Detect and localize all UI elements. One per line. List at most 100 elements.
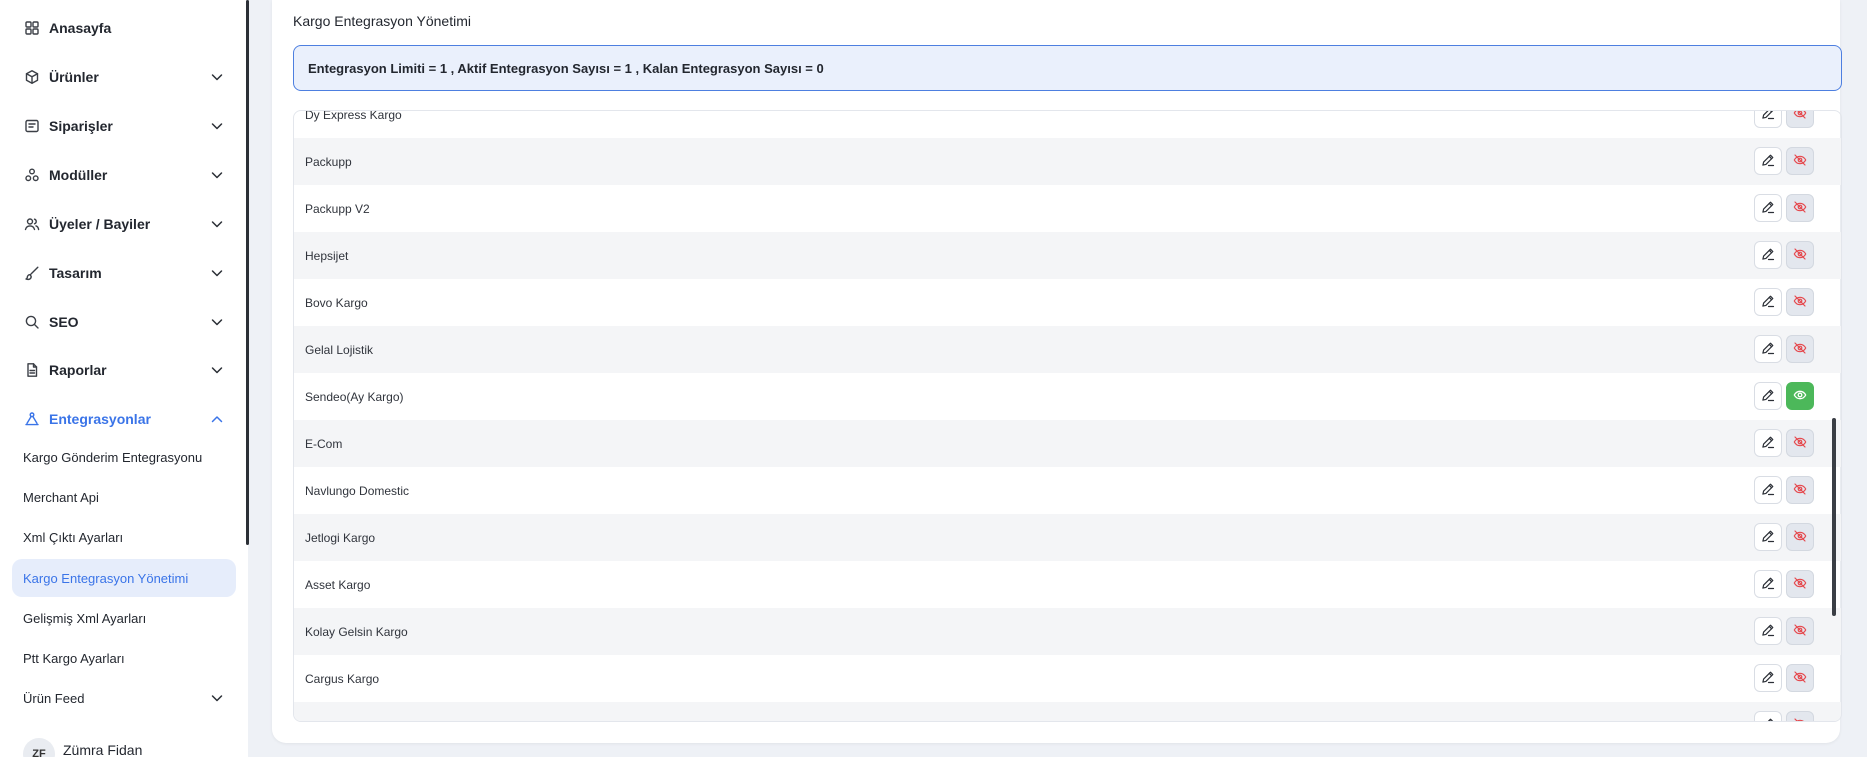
- integration-limit-text: Entegrasyon Limiti = 1 , Aktif Entegrasy…: [308, 60, 824, 76]
- pencil-icon: [1761, 435, 1775, 452]
- sidebar-item-anasayfa[interactable]: Anasayfa: [24, 16, 224, 40]
- edit-button[interactable]: [1754, 476, 1782, 504]
- pencil-icon: [1761, 623, 1775, 640]
- visibility-off-button[interactable]: [1786, 523, 1814, 551]
- integration-icon: [24, 411, 40, 427]
- visibility-off-button[interactable]: [1786, 711, 1814, 721]
- sidebar-scrollbar[interactable]: [246, 0, 249, 545]
- sidebar-item-urunler[interactable]: Ürünler: [24, 65, 224, 89]
- sidebar-subitem-label: Ürün Feed: [23, 690, 85, 706]
- row-actions: [1754, 617, 1814, 645]
- sidebar-item-seo[interactable]: SEO: [24, 310, 224, 334]
- eye-off-icon: [1793, 576, 1807, 593]
- eye-off-icon: [1793, 200, 1807, 217]
- cargo-name: Gelal Lojistik: [305, 342, 374, 357]
- integration-table: Dy Express Kargo Packupp Packupp V2 Hepsije…: [293, 110, 1842, 722]
- table-row: Packupp V2: [294, 185, 1841, 232]
- sidebar-item-label: Modüller: [49, 167, 108, 183]
- edit-button[interactable]: [1754, 570, 1782, 598]
- edit-button[interactable]: [1754, 711, 1782, 721]
- chevron-down-icon[interactable]: [210, 315, 224, 329]
- table-row: Sendeo(Ay Kargo): [294, 373, 1841, 420]
- visibility-off-button[interactable]: [1786, 570, 1814, 598]
- visibility-off-button[interactable]: [1786, 111, 1814, 128]
- sidebar-subitem-gelismis-xml-ayarlari[interactable]: Gelişmiş Xml Ayarları: [12, 599, 236, 637]
- edit-button[interactable]: [1754, 335, 1782, 363]
- visibility-off-button[interactable]: [1786, 335, 1814, 363]
- pencil-icon: [1761, 576, 1775, 593]
- table-row: Cargus Kargo: [294, 655, 1841, 702]
- edit-button[interactable]: [1754, 523, 1782, 551]
- edit-button[interactable]: [1754, 241, 1782, 269]
- row-actions: [1754, 194, 1814, 222]
- sidebar-item-moduller[interactable]: Modüller: [24, 163, 224, 187]
- pencil-icon: [1761, 294, 1775, 311]
- visibility-off-button[interactable]: [1786, 617, 1814, 645]
- row-actions: [1754, 429, 1814, 457]
- edit-button[interactable]: [1754, 111, 1782, 128]
- pencil-icon: [1761, 111, 1775, 123]
- edit-button[interactable]: [1754, 382, 1782, 410]
- edit-button[interactable]: [1754, 194, 1782, 222]
- integration-limit-banner: Entegrasyon Limiti = 1 , Aktif Entegrasy…: [293, 45, 1842, 91]
- cargo-name: Asset Kargo: [305, 577, 371, 592]
- user-profile[interactable]: ZF Zümra Fidan: [23, 738, 142, 757]
- chevron-down-icon[interactable]: [210, 266, 224, 280]
- edit-button[interactable]: [1754, 288, 1782, 316]
- visibility-off-button[interactable]: [1786, 476, 1814, 504]
- sidebar-item-tasarim[interactable]: Tasarım: [24, 261, 224, 285]
- row-actions: [1754, 664, 1814, 692]
- table-row: Asset Kargo: [294, 561, 1841, 608]
- table-row: Dy Express Kargo: [294, 111, 1841, 138]
- sidebar-subitem-kargo-entegrasyon-yonetimi[interactable]: Kargo Entegrasyon Yönetimi: [12, 559, 236, 597]
- brush-icon: [24, 265, 40, 281]
- visibility-off-button[interactable]: [1786, 429, 1814, 457]
- sidebar-subitem-label: Merchant Api: [23, 489, 99, 505]
- sidebar-item-entegrasyonlar[interactable]: Entegrasyonlar: [24, 407, 224, 431]
- chevron-down-icon[interactable]: [210, 363, 224, 377]
- edit-button[interactable]: [1754, 147, 1782, 175]
- chevron-up-icon[interactable]: [210, 412, 224, 426]
- visibility-off-button[interactable]: [1786, 147, 1814, 175]
- eye-off-icon: [1793, 623, 1807, 640]
- modules-icon: [24, 167, 40, 183]
- row-actions: [1754, 288, 1814, 316]
- sidebar-subitem-merchant-api[interactable]: Merchant Api: [12, 478, 236, 516]
- edit-button[interactable]: [1754, 617, 1782, 645]
- chevron-down-icon[interactable]: [210, 70, 224, 84]
- sidebar-item-raporlar[interactable]: Raporlar: [24, 358, 224, 382]
- sidebar-subitem-label: Kargo Gönderim Entegrasyonu: [23, 449, 203, 465]
- pencil-icon: [1761, 200, 1775, 217]
- cargo-name: Econt Kargo: [305, 719, 371, 722]
- visibility-on-button[interactable]: [1786, 382, 1814, 410]
- visibility-off-button[interactable]: [1786, 194, 1814, 222]
- eye-off-icon: [1793, 670, 1807, 687]
- visibility-off-button[interactable]: [1786, 241, 1814, 269]
- chevron-down-icon[interactable]: [210, 691, 224, 705]
- sidebar-subitem-kargo-gonderim-entegrasyonu[interactable]: Kargo Gönderim Entegrasyonu: [12, 438, 236, 476]
- users-icon: [24, 216, 40, 232]
- visibility-off-button[interactable]: [1786, 664, 1814, 692]
- visibility-off-button[interactable]: [1786, 288, 1814, 316]
- list-icon: [24, 118, 40, 134]
- chevron-down-icon[interactable]: [210, 168, 224, 182]
- edit-button[interactable]: [1754, 664, 1782, 692]
- table-scrollbar[interactable]: [1832, 418, 1836, 616]
- sidebar-subitem-xml-cikti-ayarlari[interactable]: Xml Çıktı Ayarları: [12, 518, 236, 556]
- sidebar-item-uyeler-bayiler[interactable]: Üyeler / Bayiler: [24, 212, 224, 236]
- sidebar-subitem-urun-feed[interactable]: Ürün Feed: [12, 679, 236, 717]
- cargo-name: Cargus Kargo: [305, 671, 380, 686]
- chevron-down-icon[interactable]: [210, 217, 224, 231]
- edit-button[interactable]: [1754, 429, 1782, 457]
- pencil-icon: [1761, 482, 1775, 499]
- row-actions: [1754, 382, 1814, 410]
- eye-off-icon: [1793, 529, 1807, 546]
- sidebar-subitem-ptt-kargo-ayarlari[interactable]: Ptt Kargo Ayarları: [12, 639, 236, 677]
- pencil-icon: [1761, 388, 1775, 405]
- eye-off-icon: [1793, 153, 1807, 170]
- cargo-name: E-Com: [305, 436, 343, 451]
- user-name: Zümra Fidan: [63, 742, 143, 757]
- chevron-down-icon[interactable]: [210, 119, 224, 133]
- pencil-icon: [1761, 341, 1775, 358]
- sidebar-item-siparisler[interactable]: Siparişler: [24, 114, 224, 138]
